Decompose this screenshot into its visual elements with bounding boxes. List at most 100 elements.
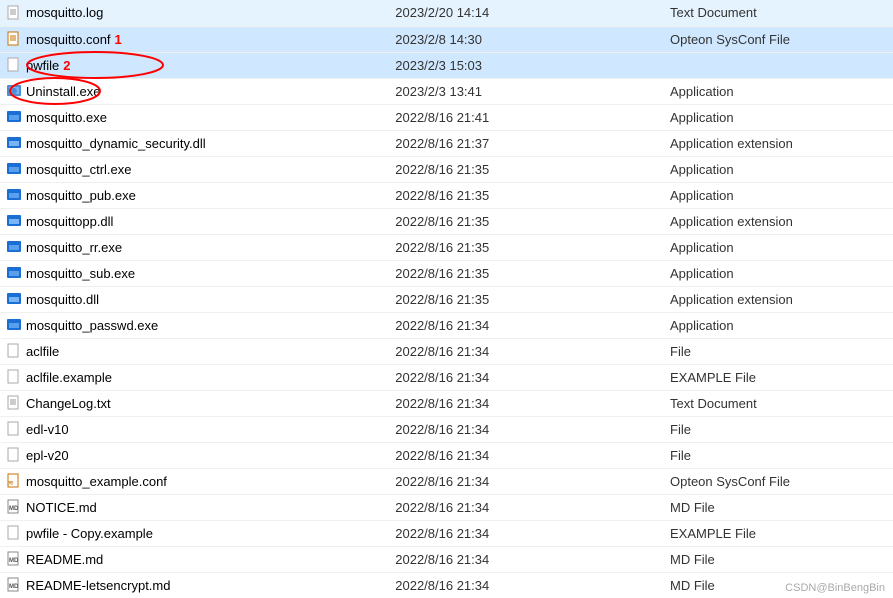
file-size [572, 104, 664, 130]
file-name-cell: mosquitto_pub.exe [0, 182, 389, 208]
file-size [572, 0, 664, 26]
file-date: 2022/8/16 21:35 [389, 286, 572, 312]
file-size [572, 156, 664, 182]
file-date: 2022/8/16 21:34 [389, 338, 572, 364]
file-name: mosquitto_pub.exe [26, 188, 136, 203]
table-row[interactable]: pwfile - Copy.example 2022/8/16 21:34 EXAM… [0, 520, 893, 546]
file-type: EXAMPLE File [664, 364, 893, 390]
file-size [572, 234, 664, 260]
file-size [572, 442, 664, 468]
file-type: Application [664, 156, 893, 182]
file-date: 2023/2/3 13:41 [389, 78, 572, 104]
table-row[interactable]: mosquitto.dll 2022/8/16 21:35 Application … [0, 286, 893, 312]
file-date: 2022/8/16 21:35 [389, 182, 572, 208]
file-type: EXAMPLE File [664, 520, 893, 546]
table-row[interactable]: mosquitto_rr.exe2022/8/16 21:35Applicati… [0, 234, 893, 260]
file-date: 2022/8/16 21:34 [389, 416, 572, 442]
annotation-number: 1 [115, 32, 122, 47]
file-name-cell: mosquitto.exe [0, 104, 389, 130]
file-name: mosquitto_example.conf [26, 474, 167, 489]
file-name-cell: mosquitto.log [0, 0, 389, 26]
file-name: mosquitto_sub.exe [26, 266, 135, 281]
file-date: 2022/8/16 21:34 [389, 442, 572, 468]
file-size [572, 468, 664, 494]
file-name: aclfile [26, 344, 59, 359]
file-size [572, 312, 664, 338]
table-row[interactable]: aclfile 2022/8/16 21:34 File [0, 338, 893, 364]
file-type: Application [664, 182, 893, 208]
file-date: 2022/8/16 21:41 [389, 104, 572, 130]
file-date: 2022/8/16 21:34 [389, 468, 572, 494]
file-size [572, 572, 664, 598]
table-row[interactable]: ≋ mosquitto_example.conf2022/8/16 21:34O… [0, 468, 893, 494]
watermark: CSDN@BinBengBin [785, 582, 885, 594]
table-row[interactable]: ChangeLog.txt2022/8/16 21:34Text Documen… [0, 390, 893, 416]
file-name: mosquittopp.dll [26, 214, 113, 229]
file-size [572, 78, 664, 104]
file-name-cell: pwfile2 [0, 52, 389, 78]
file-size [572, 26, 664, 52]
file-size [572, 416, 664, 442]
file-size [572, 520, 664, 546]
table-row[interactable]: mosquitto.exe 2022/8/16 21:41 Application [0, 104, 893, 130]
file-name: mosquitto.dll [26, 292, 99, 307]
file-type: Application [664, 260, 893, 286]
file-name-cell: mosquitto.dll [0, 286, 389, 312]
table-row[interactable]: mosquitto_ctrl.exe2022/8/16 21:35Applica… [0, 156, 893, 182]
file-type: File [664, 338, 893, 364]
file-date: 2022/8/16 21:35 [389, 208, 572, 234]
file-size [572, 208, 664, 234]
file-table: mosquitto.log2023/2/20 14:14Text Documen… [0, 0, 893, 598]
table-row[interactable]: MD README-letsencrypt.md2022/8/16 21:34M… [0, 572, 893, 598]
file-type: Application extension [664, 130, 893, 156]
table-row[interactable]: mosquitto_dynamic_security.dll2022/8/16 … [0, 130, 893, 156]
file-size [572, 390, 664, 416]
table-row[interactable]: mosquitto_sub.exe2022/8/16 21:35Applicat… [0, 260, 893, 286]
file-name-cell: ChangeLog.txt [0, 390, 389, 416]
file-date: 2022/8/16 21:34 [389, 312, 572, 338]
table-row[interactable]: aclfile.example2022/8/16 21:34EXAMPLE Fi… [0, 364, 893, 390]
file-size [572, 52, 664, 78]
file-size [572, 494, 664, 520]
svg-text:MD: MD [9, 506, 19, 512]
file-name-cell: mosquitto_sub.exe [0, 260, 389, 286]
file-date: 2022/8/16 21:34 [389, 390, 572, 416]
table-row[interactable]: MD README.md2022/8/16 21:34MD File [0, 546, 893, 572]
file-size [572, 182, 664, 208]
file-name-cell: MD README.md [0, 546, 389, 572]
file-table-body: mosquitto.log2023/2/20 14:14Text Documen… [0, 0, 893, 598]
file-size [572, 338, 664, 364]
table-row[interactable]: pwfile22023/2/3 15:03 [0, 52, 893, 78]
file-name-cell: aclfile [0, 338, 389, 364]
file-name: mosquitto_ctrl.exe [26, 162, 132, 177]
file-name: mosquitto.exe [26, 110, 107, 125]
file-date: 2022/8/16 21:34 [389, 494, 572, 520]
file-name: mosquitto_passwd.exe [26, 318, 158, 333]
file-date: 2022/8/16 21:34 [389, 364, 572, 390]
table-row[interactable]: epl-v202022/8/16 21:34File [0, 442, 893, 468]
table-container: mosquitto.log2023/2/20 14:14Text Documen… [0, 0, 893, 598]
file-name: mosquitto.log [26, 5, 103, 20]
file-date: 2022/8/16 21:34 [389, 520, 572, 546]
file-name: README.md [26, 552, 103, 567]
file-type: Application [664, 78, 893, 104]
table-row[interactable]: MD NOTICE.md2022/8/16 21:34MD File [0, 494, 893, 520]
table-row[interactable]: Uninstall.exe2023/2/3 13:41Application [0, 78, 893, 104]
file-type: Application [664, 312, 893, 338]
file-type: Application extension [664, 286, 893, 312]
file-name-cell: mosquittopp.dll [0, 208, 389, 234]
file-size [572, 130, 664, 156]
table-row[interactable]: mosquitto.conf12023/2/8 14:30Opteon SysC… [0, 26, 893, 52]
file-name: pwfile - Copy.example [26, 526, 153, 541]
table-row[interactable]: mosquitto_pub.exe 2022/8/16 21:35 Applicat… [0, 182, 893, 208]
file-type: Text Document [664, 0, 893, 26]
file-date: 2023/2/8 14:30 [389, 26, 572, 52]
table-row[interactable]: edl-v102022/8/16 21:34File [0, 416, 893, 442]
file-type: Opteon SysConf File [664, 468, 893, 494]
table-row[interactable]: mosquittopp.dll2022/8/16 21:35Applicatio… [0, 208, 893, 234]
table-row[interactable]: mosquitto_passwd.exe 2022/8/16 21:34 Appli… [0, 312, 893, 338]
table-row[interactable]: mosquitto.log2023/2/20 14:14Text Documen… [0, 0, 893, 26]
file-size [572, 546, 664, 572]
file-type: MD File [664, 494, 893, 520]
file-type: Application [664, 104, 893, 130]
